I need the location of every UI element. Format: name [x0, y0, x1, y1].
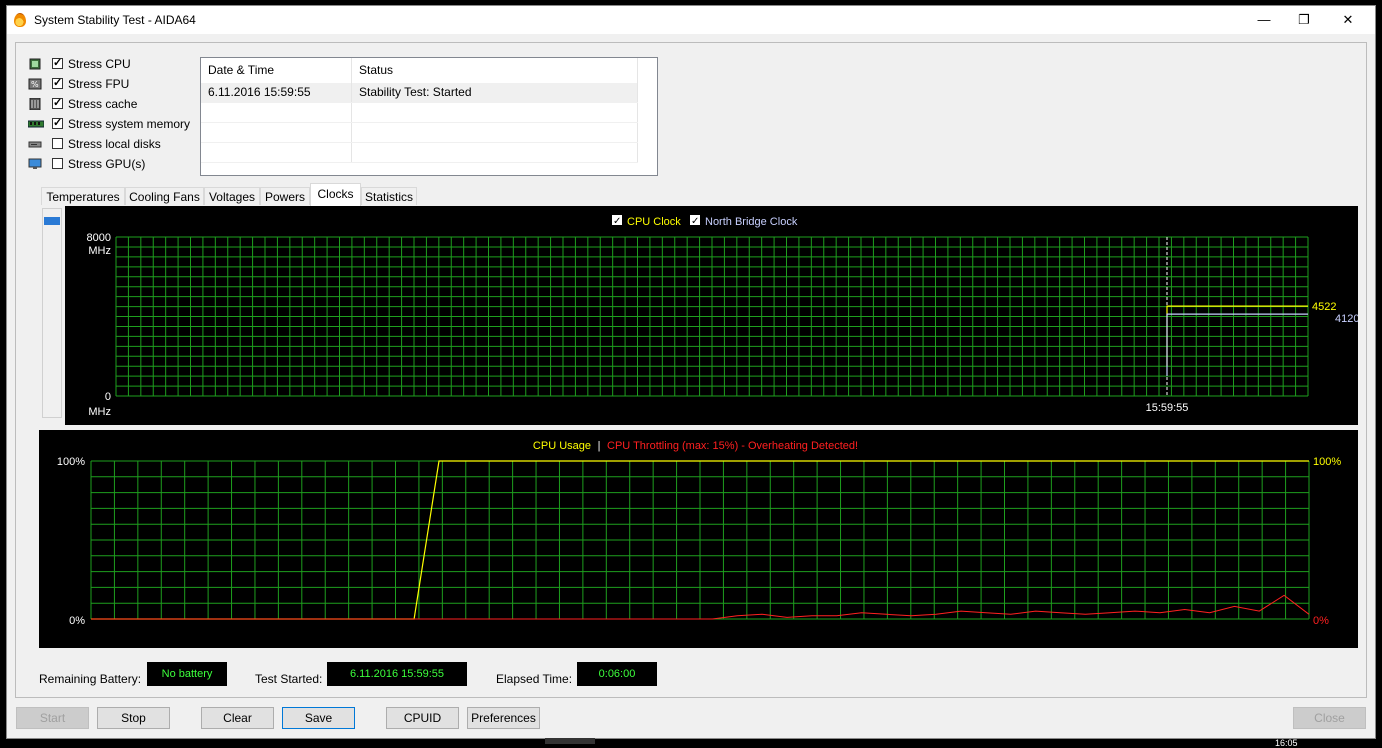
tab-statistics[interactable]: Statistics: [361, 187, 417, 205]
time-label: 15:59:55: [1146, 402, 1189, 414]
clock-graph: ✓ CPU Clock ✓ North Bridge Clock 8000 MHz 0 MHz…: [65, 206, 1358, 425]
memory-icon: [27, 118, 45, 130]
cpu-usage-graph: CPU Usage | CPU Throttling (max: 15%) - Ov…: [39, 430, 1358, 648]
clear-button[interactable]: Clear: [201, 707, 274, 729]
log-header: Date & Time Status: [201, 58, 657, 84]
aida64-window: System Stability Test - AIDA64 — ❐ ✕ ✓ St…: [6, 5, 1376, 739]
disk-icon: [28, 138, 42, 150]
clock-graph-canvas: ✓ CPU Clock ✓ North Bridge Clock8000MHz0MHz…: [87, 215, 1358, 418]
maximize-button[interactable]: ❐: [1281, 6, 1327, 34]
tab-cooling-fans[interactable]: Cooling Fans: [125, 187, 204, 205]
legend-separator: |: [598, 440, 601, 452]
y-min-unit: MHz: [88, 406, 111, 418]
stress-checkbox[interactable]: ✓: [52, 78, 63, 89]
table-row[interactable]: 6.11.2016 15:59:55 Stability Test: Start…: [201, 83, 638, 103]
stress-checkbox[interactable]: [52, 158, 63, 169]
close-window-button[interactable]: ✕: [1325, 6, 1371, 34]
legend-north-bridge-clock: North Bridge Clock: [705, 216, 798, 228]
taskbar-clock: 16:05: [1275, 738, 1298, 748]
log-status: Stability Test: Started: [352, 83, 638, 102]
tab-clocks[interactable]: Clocks: [310, 183, 361, 206]
monitor-icon: [28, 158, 42, 170]
cpu-clock-value: 4522: [1312, 301, 1336, 313]
preferences-button[interactable]: Preferences: [467, 707, 540, 729]
tab-temperatures[interactable]: Temperatures: [41, 187, 125, 205]
stress-label[interactable]: Stress system memory: [68, 117, 190, 131]
right-min-label: 0%: [1313, 615, 1329, 627]
north-bridge-value: 4120: [1335, 313, 1358, 325]
battery-label: Remaining Battery:: [39, 672, 142, 686]
close-button[interactable]: Close: [1293, 707, 1366, 729]
stress-checkbox[interactable]: ✓: [52, 118, 63, 129]
save-button[interactable]: Save: [282, 707, 355, 729]
stress-checkbox[interactable]: [52, 138, 63, 149]
y-max-label: 8000: [87, 232, 111, 244]
elapsed-time-label: Elapsed Time:: [496, 672, 573, 686]
table-row: [201, 143, 638, 163]
table-row: [201, 123, 638, 143]
tab-voltages[interactable]: Voltages: [204, 187, 260, 205]
cpu-usage-canvas: CPU Usage | CPU Throttling (max: 15%) - Ov…: [57, 440, 1341, 627]
series-north-bridge-clock: [1166, 313, 1308, 376]
stop-button[interactable]: Stop: [97, 707, 170, 729]
right-max-label: 100%: [1313, 456, 1341, 468]
svg-text:%: %: [31, 80, 39, 89]
legend-cpu-throttling: CPU Throttling (max: 15%) - Overheating …: [607, 440, 858, 452]
title-bar[interactable]: System Stability Test - AIDA64 — ❐ ✕: [7, 6, 1375, 34]
y-max-unit: MHz: [88, 245, 111, 257]
stress-checkbox[interactable]: ✓: [52, 98, 63, 109]
legend-cpu-clock: CPU Clock: [627, 216, 681, 228]
test-started-value: 6.11.2016 15:59:55: [327, 662, 467, 686]
y-min-label: 0: [105, 391, 111, 403]
main-panel: ✓ Stress CPU% ✓ Stress FPU ✓ Stress cache ✓ Str…: [15, 42, 1367, 698]
cpuid-button[interactable]: CPUID: [386, 707, 459, 729]
taskbar-fragment: [545, 738, 595, 744]
checkmark-icon: ✓: [691, 216, 699, 227]
graph-scrollbar[interactable]: [42, 208, 62, 418]
stress-label[interactable]: Stress cache: [68, 97, 137, 111]
column-datetime[interactable]: Date & Time: [201, 58, 352, 83]
checkmark-icon: ✓: [613, 216, 621, 227]
elapsed-time-value: 0:06:00: [577, 662, 657, 686]
cpu-icon: [28, 58, 42, 70]
stress-label[interactable]: Stress GPU(s): [68, 157, 145, 171]
fpu-icon: %: [28, 78, 42, 90]
battery-value: No battery: [147, 662, 227, 686]
stress-label[interactable]: Stress CPU: [68, 57, 131, 71]
cache-icon: [28, 97, 42, 111]
table-row: [201, 103, 638, 123]
left-max-label: 100%: [57, 456, 85, 468]
log-datetime: 6.11.2016 15:59:55: [201, 83, 352, 102]
left-min-label: 0%: [69, 615, 85, 627]
column-status[interactable]: Status: [352, 58, 638, 83]
start-button[interactable]: Start: [16, 707, 89, 729]
test-log-table[interactable]: Date & Time Status 6.11.2016 15:59:55 St…: [200, 57, 658, 176]
aida64-flame-icon: [14, 13, 26, 27]
stress-checkbox[interactable]: ✓: [52, 58, 63, 69]
test-started-label: Test Started:: [255, 672, 323, 686]
scrollbar-thumb[interactable]: [44, 217, 60, 225]
legend-cpu-usage: CPU Usage: [533, 440, 591, 452]
tab-powers[interactable]: Powers: [260, 187, 310, 205]
window-title: System Stability Test - AIDA64: [34, 13, 196, 27]
stress-label[interactable]: Stress FPU: [68, 77, 129, 91]
stress-label[interactable]: Stress local disks: [68, 137, 161, 151]
